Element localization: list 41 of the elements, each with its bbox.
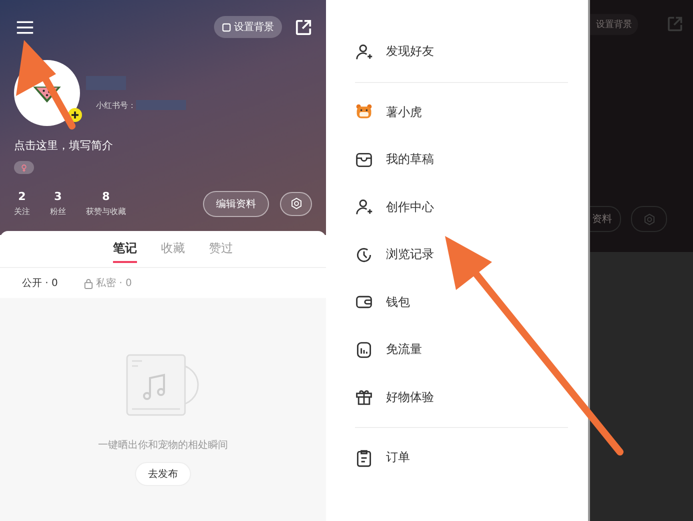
stat-value: 3 [54,190,62,203]
tiger-icon [355,103,373,122]
stat-value: 2 [18,190,26,203]
set-background-button[interactable]: 设置背景 [590,14,638,34]
publish-button[interactable]: 去发布 [135,462,191,486]
bio-prompt[interactable]: 点击这里，填写简介 [14,138,312,153]
edit-profile-button[interactable]: 资料 [590,206,621,232]
id-label: 小红书号： [96,100,136,110]
image-icon [222,22,231,32]
menu-item[interactable]: 订单 [355,434,588,482]
music-album-icon [126,354,200,416]
filter-tab[interactable]: 公开 · 0 [22,276,58,290]
settings-icon [642,212,656,226]
stat-label: 粉丝 [50,206,66,217]
clock-icon [355,246,373,264]
stat-label: 关注 [14,206,30,217]
menu-item[interactable]: 我的草稿 [355,136,588,184]
settings-icon [290,197,302,210]
female-icon [21,164,27,172]
menu-item[interactable]: 发现好友 [355,28,588,76]
user-add-icon [355,42,373,61]
menu-item[interactable]: 浏览记录 [355,231,588,278]
gift-icon [355,388,373,406]
set-background-button[interactable]: 设置背景 [214,16,282,38]
menu-item[interactable]: 创作中心 [355,184,588,231]
tray-icon [355,150,373,169]
lock-icon [84,278,93,288]
menu-item[interactable]: 钱包 [355,278,588,326]
menu-item[interactable]: 好物体验 [355,374,588,421]
user-add-icon [355,198,373,216]
stat-value: 8 [102,190,110,203]
menu-icon[interactable] [16,20,34,34]
add-badge-icon[interactable] [68,108,82,122]
menu-item[interactable]: 免流量 [355,326,588,374]
tab[interactable]: 笔记 [113,236,137,262]
menu-item[interactable]: 薯小虎 [355,88,588,136]
stat-label: 获赞与收藏 [86,206,126,217]
clipboard-icon [355,448,373,467]
bar-chart-icon [355,340,373,359]
empty-message: 一键晒出你和宠物的相处瞬间 [98,438,228,452]
edit-profile-button[interactable]: 编辑资料 [203,190,269,216]
